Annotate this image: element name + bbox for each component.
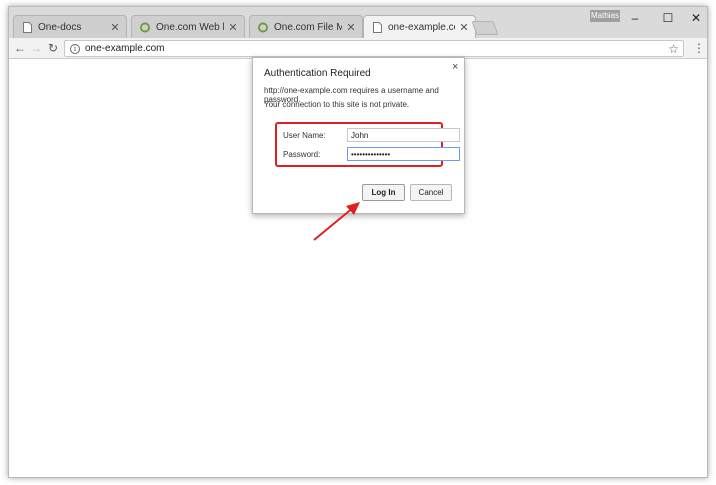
password-label: Password: bbox=[283, 150, 321, 159]
password-field[interactable] bbox=[347, 147, 460, 161]
tab-onecom-web-hosting[interactable]: One.com Web hosting - ✕ bbox=[131, 15, 245, 38]
dialog-title: Authentication Required bbox=[264, 68, 371, 79]
info-icon[interactable]: i bbox=[70, 43, 80, 54]
new-tab-button[interactable] bbox=[471, 21, 499, 35]
forward-arrow-icon[interactable]: → bbox=[28, 40, 44, 56]
browser-toolbar: ← → ↻ i one-example.com ☆ ⋮ bbox=[9, 38, 707, 59]
cancel-button[interactable]: Cancel bbox=[410, 184, 452, 201]
close-window-button[interactable]: ✕ bbox=[682, 9, 710, 27]
tab-one-example[interactable]: one-example.com ✕ bbox=[363, 15, 476, 39]
bookmark-star-icon[interactable]: ☆ bbox=[668, 42, 679, 56]
maximize-button[interactable]: ☐ bbox=[654, 9, 682, 27]
tab-title: one-example.com bbox=[388, 22, 455, 33]
auth-dialog: Authentication Required × http://one-exa… bbox=[252, 57, 465, 214]
document-icon bbox=[372, 22, 382, 33]
privacy-note: Your connection to this site is not priv… bbox=[264, 100, 410, 109]
tab-one-docs[interactable]: One-docs ✕ bbox=[13, 15, 127, 38]
reload-icon[interactable]: ↻ bbox=[45, 40, 61, 56]
back-arrow-icon[interactable]: ← bbox=[12, 40, 28, 56]
username-field[interactable] bbox=[347, 128, 460, 142]
tab-close-icon[interactable]: ✕ bbox=[110, 21, 120, 34]
tab-close-icon[interactable]: ✕ bbox=[228, 21, 238, 34]
tab-title: One.com File Manager bbox=[274, 21, 342, 33]
username-label: User Name: bbox=[283, 131, 326, 140]
onecom-logo-icon bbox=[258, 22, 268, 33]
menu-dots-icon[interactable]: ⋮ bbox=[693, 40, 705, 56]
dialog-close-icon[interactable]: × bbox=[452, 61, 458, 73]
credentials-highlight: User Name: Password: bbox=[275, 122, 460, 167]
minimize-button[interactable]: – bbox=[621, 9, 649, 27]
tab-close-icon[interactable]: ✕ bbox=[346, 21, 356, 34]
profile-button[interactable]: Mathias bbox=[590, 10, 620, 22]
address-bar[interactable]: i one-example.com ☆ bbox=[64, 40, 684, 57]
address-url[interactable]: one-example.com bbox=[85, 43, 668, 54]
tab-title: One-docs bbox=[38, 21, 82, 33]
onecom-logo-icon bbox=[140, 22, 150, 33]
title-bar: One-docs ✕ One.com Web hosting - ✕ One.c… bbox=[9, 7, 710, 39]
tab-onecom-file-manager[interactable]: One.com File Manager ✕ bbox=[249, 15, 363, 38]
tab-close-icon[interactable]: ✕ bbox=[459, 21, 469, 34]
document-icon bbox=[22, 21, 32, 33]
tab-title: One.com Web hosting - bbox=[156, 21, 224, 33]
red-arrow-annotation bbox=[313, 202, 360, 241]
